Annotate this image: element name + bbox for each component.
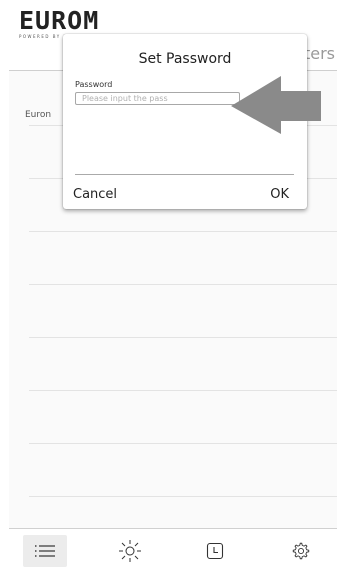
list-icon bbox=[35, 545, 55, 557]
list-divider bbox=[29, 337, 337, 338]
sun-icon bbox=[119, 540, 141, 562]
tab-timer[interactable] bbox=[193, 535, 237, 567]
list-item-label[interactable]: Euron bbox=[25, 110, 51, 120]
list-divider bbox=[29, 390, 337, 391]
list-divider bbox=[29, 231, 337, 232]
logo-text: EUROM bbox=[19, 6, 100, 35]
tab-sun[interactable] bbox=[108, 535, 152, 567]
list-divider bbox=[29, 284, 337, 285]
list-divider bbox=[29, 496, 337, 497]
arrow-pointer-icon bbox=[231, 76, 321, 134]
clock-icon bbox=[206, 542, 224, 560]
cancel-button[interactable]: Cancel bbox=[73, 187, 117, 202]
tab-list[interactable] bbox=[23, 535, 67, 567]
list-divider bbox=[29, 443, 337, 444]
gear-icon bbox=[292, 542, 310, 560]
dialog-title: Set Password bbox=[138, 51, 232, 67]
tab-settings[interactable] bbox=[279, 535, 323, 567]
ok-button[interactable]: OK bbox=[270, 187, 289, 202]
dialog-divider bbox=[75, 174, 294, 175]
bottom-tab-bar bbox=[9, 528, 337, 573]
app-screen: EUROM POWERED BY PRODUCTS Heaters Euron … bbox=[9, 0, 337, 573]
password-label: Password bbox=[75, 80, 113, 89]
password-input[interactable] bbox=[75, 92, 240, 105]
